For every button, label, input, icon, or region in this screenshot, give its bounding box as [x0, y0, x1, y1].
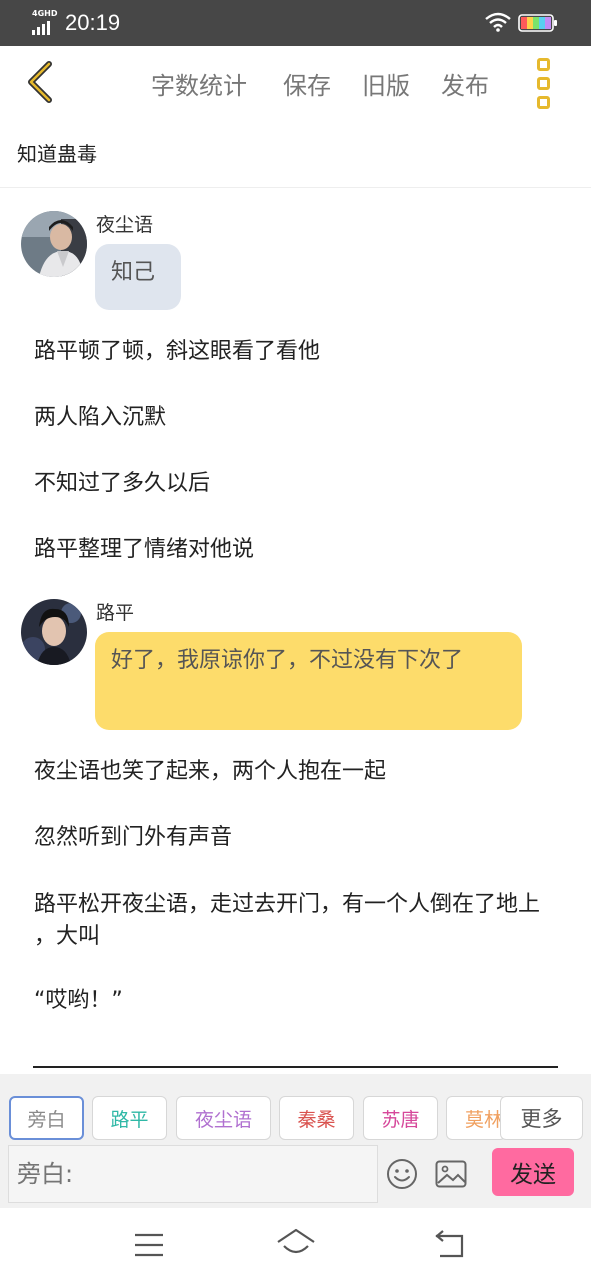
save-button[interactable]: 保存 — [283, 66, 331, 101]
back-arrow-icon[interactable] — [434, 1230, 466, 1260]
clock: 20:19 — [65, 10, 121, 35]
dialog-bubble[interactable]: 好了，我原谅你了，不过没有下次了 — [95, 632, 522, 730]
home-icon[interactable] — [276, 1228, 316, 1260]
chip-label: 夜尘语 — [194, 1108, 252, 1131]
smiley-icon[interactable] — [386, 1158, 418, 1190]
image-icon[interactable] — [435, 1160, 467, 1188]
send-button[interactable]: 发送 — [492, 1148, 574, 1196]
top-toolbar: 字数统计 保存 旧版 发布 — [0, 46, 591, 122]
dialog-bubble[interactable]: 知己 — [95, 244, 181, 310]
old-version-button[interactable]: 旧版 — [362, 66, 410, 101]
narration-line[interactable]: 路平整理了情绪对他说 — [34, 534, 564, 566]
divider — [0, 187, 591, 188]
character-chip-su-tang[interactable]: 苏唐 — [363, 1096, 438, 1140]
back-button[interactable] — [18, 56, 62, 108]
avatar-lu-ping[interactable] — [21, 599, 87, 665]
publish-button[interactable]: 发布 — [441, 66, 489, 101]
more-menu-button[interactable] — [528, 56, 558, 112]
menu-icon[interactable] — [134, 1232, 164, 1258]
more-characters-button[interactable]: 更多 — [500, 1096, 583, 1140]
navigation-bar — [0, 1208, 591, 1280]
narration-line[interactable]: “哎哟！” — [34, 985, 564, 1017]
narration-line[interactable]: 夜尘语也笑了起来，两个人抱在一起 — [34, 756, 564, 788]
narration-line[interactable]: 路平顿了顿，斜这眼看了看他 — [34, 336, 564, 368]
message-input[interactable] — [8, 1145, 378, 1203]
speaker-name: 路平 — [96, 602, 135, 624]
signal-icon: 4GHD — [32, 9, 60, 35]
chip-label: 路平 — [110, 1108, 149, 1131]
chevron-left-icon — [28, 61, 52, 103]
chip-label: 苏唐 — [381, 1108, 420, 1131]
character-chip-qin-sang[interactable]: 秦桑 — [279, 1096, 354, 1140]
chip-label: 秦桑 — [297, 1108, 336, 1131]
wifi-icon — [485, 12, 511, 32]
character-chip-ye-chenyu[interactable]: 夜尘语 — [176, 1096, 271, 1140]
character-chip-mo-lin[interactable]: 莫林 — [446, 1096, 506, 1140]
narration-line[interactable]: 不知过了多久以后 — [34, 468, 564, 500]
chip-label: 莫林 — [465, 1108, 504, 1131]
character-chip-narrator[interactable]: 旁白 — [9, 1096, 84, 1140]
character-chip-lu-ping[interactable]: 路平 — [92, 1096, 167, 1140]
narration-line[interactable]: 路平松开夜尘语，走过去开门，有一个人倒在了地上 ，大叫 — [34, 889, 564, 953]
narration-line[interactable]: 忽然听到门外有声音 — [34, 822, 564, 854]
network-type: 4GHD — [32, 9, 58, 18]
chip-label: 旁白 — [27, 1108, 66, 1131]
status-bar: 4GHD 20:19 — [0, 0, 591, 46]
battery-icon — [518, 14, 558, 32]
avatar-ye-chenyu[interactable] — [21, 211, 87, 277]
speaker-name: 夜尘语 — [96, 214, 154, 236]
word-count-button[interactable]: 字数统计 — [151, 66, 247, 101]
document-title[interactable]: 知道蛊毒 — [17, 138, 97, 167]
narration-line[interactable]: 两人陷入沉默 — [34, 402, 564, 434]
end-divider — [33, 1066, 558, 1068]
